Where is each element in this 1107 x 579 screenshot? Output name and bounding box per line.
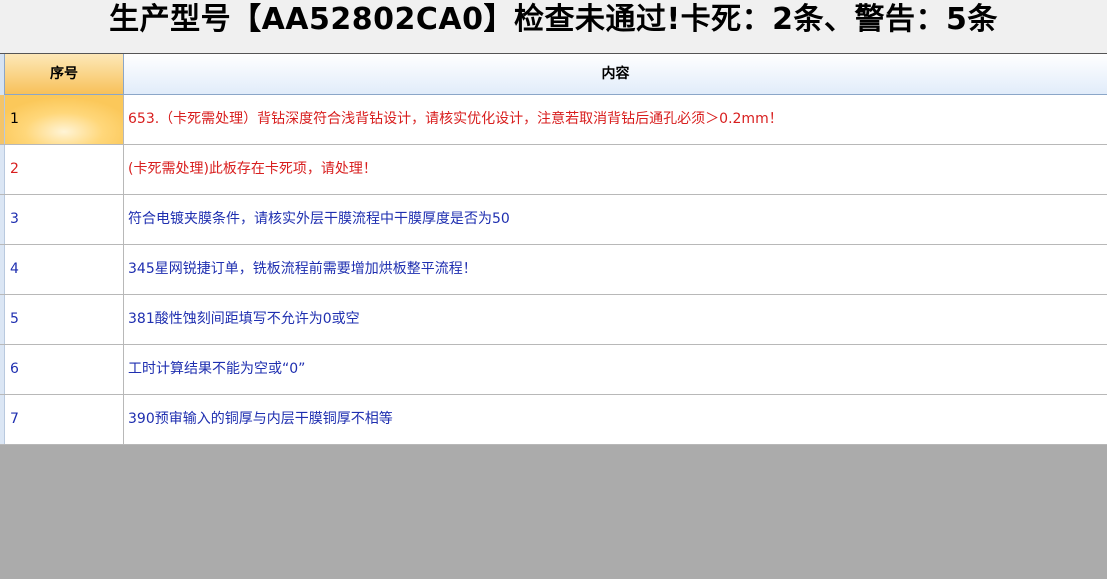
table-row[interactable]: 6 工时计算结果不能为空或“0” <box>0 345 1107 395</box>
row-seq-cell[interactable]: 7 <box>5 395 124 444</box>
row-content-cell[interactable]: 390预审输入的铜厚与内层干膜铜厚不相等 <box>124 395 1107 444</box>
table-row[interactable]: 3 符合电镀夹膜条件，请核实外层干膜流程中干膜厚度是否为50 <box>0 195 1107 245</box>
row-content-cell[interactable]: 345星网锐捷订单，铣板流程前需要增加烘板整平流程！ <box>124 245 1107 294</box>
row-seq-cell[interactable]: 2 <box>5 145 124 194</box>
table-row[interactable]: 2 (卡死需处理)此板存在卡死项，请处理！ <box>0 145 1107 195</box>
row-content-cell[interactable]: 653.（卡死需处理）背钻深度符合浅背钻设计，请核实优化设计，注意若取消背钻后通… <box>124 95 1107 144</box>
column-header-content[interactable]: 内容 <box>124 54 1107 94</box>
row-seq-cell[interactable]: 6 <box>5 345 124 394</box>
row-content-cell[interactable]: 符合电镀夹膜条件，请核实外层干膜流程中干膜厚度是否为50 <box>124 195 1107 244</box>
result-grid: 序号 内容 1 653.（卡死需处理）背钻深度符合浅背钻设计，请核实优化设计，注… <box>0 54 1107 445</box>
row-content-cell[interactable]: 工时计算结果不能为空或“0” <box>124 345 1107 394</box>
row-content-cell[interactable]: 381酸性蚀刻间距填写不允许为0或空 <box>124 295 1107 344</box>
table-row[interactable]: 7 390预审输入的铜厚与内层干膜铜厚不相等 <box>0 395 1107 445</box>
grid-header: 序号 内容 <box>0 54 1107 95</box>
row-seq-cell[interactable]: 3 <box>5 195 124 244</box>
row-seq-cell[interactable]: 1 <box>5 95 124 144</box>
table-row[interactable]: 1 653.（卡死需处理）背钻深度符合浅背钻设计，请核实优化设计，注意若取消背钻… <box>0 95 1107 145</box>
row-seq-cell[interactable]: 4 <box>5 245 124 294</box>
page-title: 生产型号【AA52802CA0】检查未通过!卡死：2条、警告：5条 <box>109 2 998 37</box>
column-header-seq[interactable]: 序号 <box>5 54 124 94</box>
title-bar: 生产型号【AA52802CA0】检查未通过!卡死：2条、警告：5条 <box>0 0 1107 54</box>
row-content-cell[interactable]: (卡死需处理)此板存在卡死项，请处理！ <box>124 145 1107 194</box>
row-seq-cell[interactable]: 5 <box>5 295 124 344</box>
table-row[interactable]: 4 345星网锐捷订单，铣板流程前需要增加烘板整平流程！ <box>0 245 1107 295</box>
table-row[interactable]: 5 381酸性蚀刻间距填写不允许为0或空 <box>0 295 1107 345</box>
